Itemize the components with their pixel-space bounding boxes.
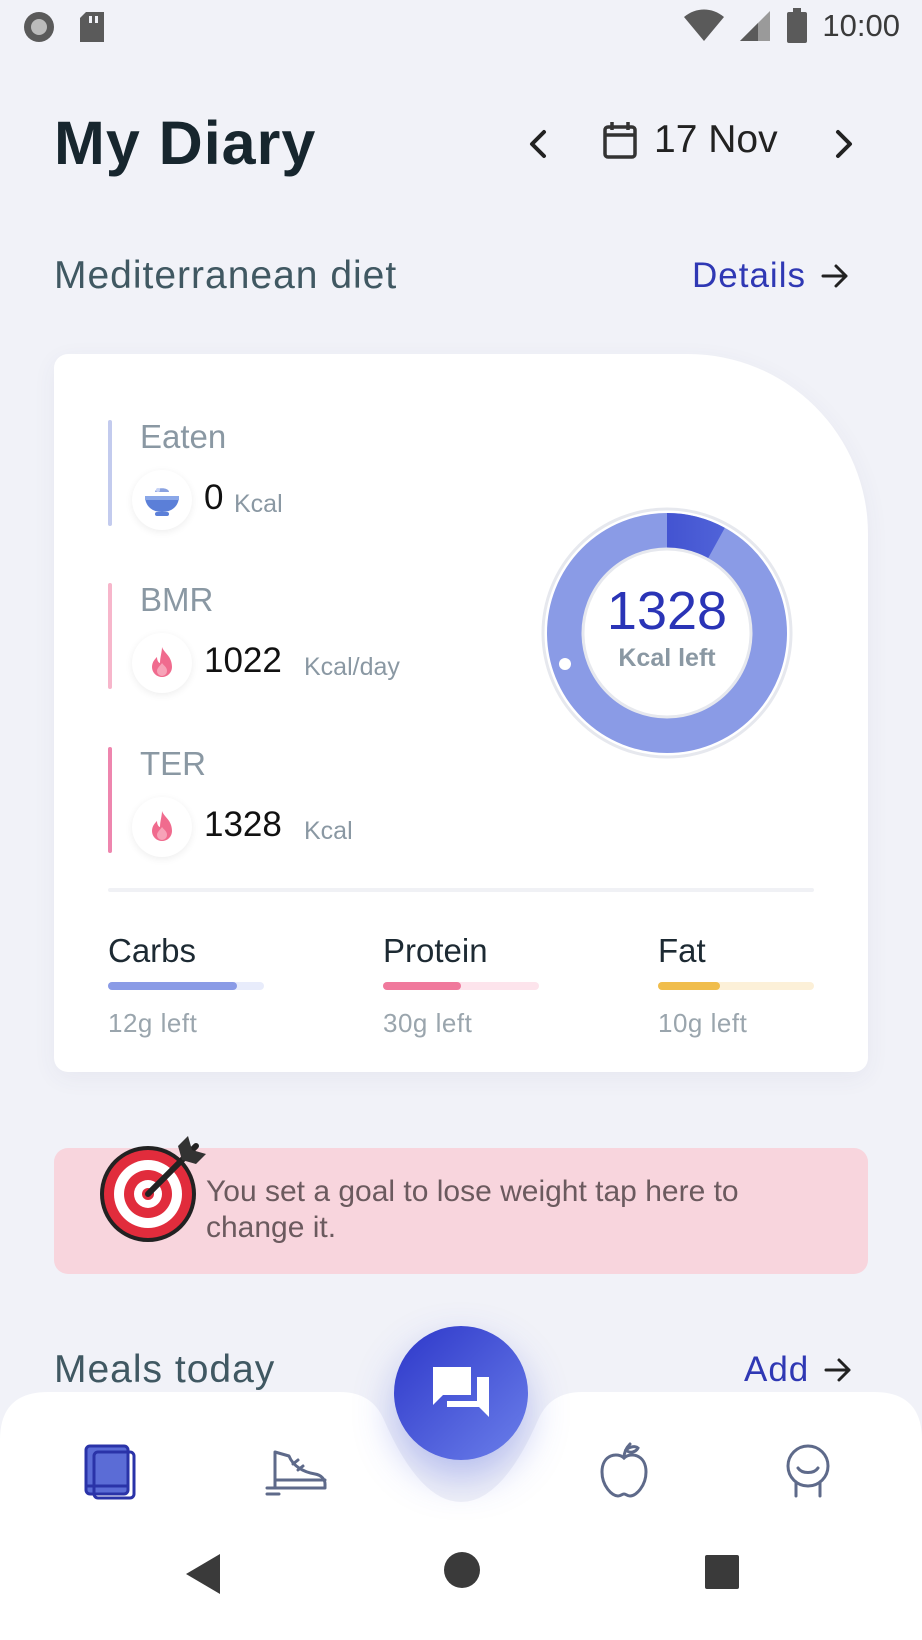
stat-bar bbox=[108, 747, 112, 853]
chat-fab-button[interactable] bbox=[394, 1326, 528, 1460]
macro-remaining: 30g left bbox=[383, 1008, 473, 1038]
date-selector[interactable]: 17 Nov bbox=[602, 118, 778, 162]
add-label: Add bbox=[744, 1350, 810, 1389]
stat-unit: Kcal/day bbox=[304, 653, 400, 681]
system-back-button[interactable] bbox=[184, 1552, 224, 1601]
stat-value: 0 bbox=[204, 478, 224, 517]
tab-nutrition[interactable] bbox=[588, 1434, 660, 1506]
flame-icon bbox=[132, 797, 192, 857]
stat-ter: TER 1328 Kcal bbox=[108, 745, 528, 857]
sneaker-icon bbox=[265, 1450, 327, 1496]
sd-card-icon bbox=[80, 12, 104, 42]
macro-label: Fat bbox=[658, 932, 706, 969]
current-date: 17 Nov bbox=[654, 118, 778, 161]
details-link[interactable]: Details bbox=[692, 256, 850, 296]
goal-message: You set a goal to lose weight tap here t… bbox=[206, 1175, 739, 1244]
tab-profile[interactable] bbox=[772, 1434, 844, 1506]
next-day-button[interactable] bbox=[826, 124, 862, 164]
kcal-left-label: Kcal left bbox=[618, 644, 716, 672]
battery-icon bbox=[787, 8, 808, 43]
system-home-button[interactable] bbox=[442, 1550, 482, 1595]
chevron-left-icon bbox=[530, 130, 546, 158]
stat-label: BMR bbox=[140, 581, 214, 618]
macro-remaining: 10g left bbox=[658, 1008, 748, 1038]
macro-fill bbox=[658, 982, 721, 990]
arrow-right-icon bbox=[824, 1358, 851, 1382]
calendar-icon bbox=[603, 122, 637, 159]
bowl-icon bbox=[132, 470, 192, 530]
macro-label: Carbs bbox=[108, 932, 197, 969]
recents-icon bbox=[705, 1555, 739, 1589]
tab-diary[interactable] bbox=[74, 1434, 146, 1506]
macro-remaining: 12g left bbox=[108, 1008, 198, 1038]
ring-label-group: 1328 Kcal left bbox=[540, 580, 794, 673]
flame-icon bbox=[132, 633, 192, 693]
home-icon bbox=[444, 1552, 480, 1588]
profile-icon bbox=[786, 1444, 830, 1498]
status-left bbox=[22, 10, 106, 44]
previous-day-button[interactable] bbox=[520, 124, 556, 164]
apple-icon bbox=[600, 1442, 648, 1498]
page-title: My Diary bbox=[54, 109, 317, 177]
stat-eaten: Eaten 0 Kcal bbox=[108, 418, 528, 530]
macro-fill bbox=[108, 982, 238, 990]
macro-carbs: Carbs 12g left bbox=[108, 932, 278, 1039]
target-icon bbox=[100, 1136, 206, 1242]
stat-unit: Kcal bbox=[304, 817, 353, 845]
wifi-icon bbox=[684, 9, 725, 41]
book-icon bbox=[84, 1444, 136, 1500]
back-icon bbox=[186, 1554, 220, 1594]
signal-icon bbox=[740, 11, 771, 41]
kcal-left-value: 1328 bbox=[606, 581, 728, 641]
status-right: 10:00 bbox=[684, 8, 900, 44]
macro-track bbox=[383, 982, 539, 990]
stat-label: TER bbox=[140, 745, 206, 782]
diet-title: Mediterranean diet bbox=[54, 254, 398, 297]
stat-bar bbox=[108, 583, 112, 689]
status-time: 10:00 bbox=[822, 8, 900, 43]
stat-value: 1328 bbox=[204, 805, 282, 844]
macro-label: Protein bbox=[383, 932, 488, 969]
stat-bmr: BMR 1022 Kcal/day bbox=[108, 581, 528, 693]
stat-value: 1022 bbox=[204, 641, 282, 680]
status-bar: 10:00 bbox=[0, 0, 922, 56]
arrow-right-icon bbox=[821, 264, 848, 288]
macro-track bbox=[658, 982, 814, 990]
tab-activity[interactable] bbox=[262, 1434, 334, 1506]
macro-protein: Protein 30g left bbox=[383, 932, 553, 1039]
stat-bar bbox=[108, 420, 112, 526]
chat-icon bbox=[433, 1367, 489, 1417]
macro-fill bbox=[383, 982, 461, 990]
chevron-right-icon bbox=[836, 130, 852, 158]
meals-title: Meals today bbox=[54, 1348, 276, 1391]
details-label: Details bbox=[692, 256, 806, 295]
macro-fat: Fat 10g left bbox=[658, 932, 828, 1039]
add-meal-link[interactable]: Add bbox=[744, 1350, 853, 1390]
stat-unit: Kcal bbox=[234, 490, 283, 518]
stat-label: Eaten bbox=[140, 418, 227, 455]
system-recents-button[interactable] bbox=[704, 1554, 740, 1595]
macro-track bbox=[108, 982, 264, 990]
record-icon bbox=[24, 12, 54, 42]
card-divider bbox=[108, 888, 814, 892]
